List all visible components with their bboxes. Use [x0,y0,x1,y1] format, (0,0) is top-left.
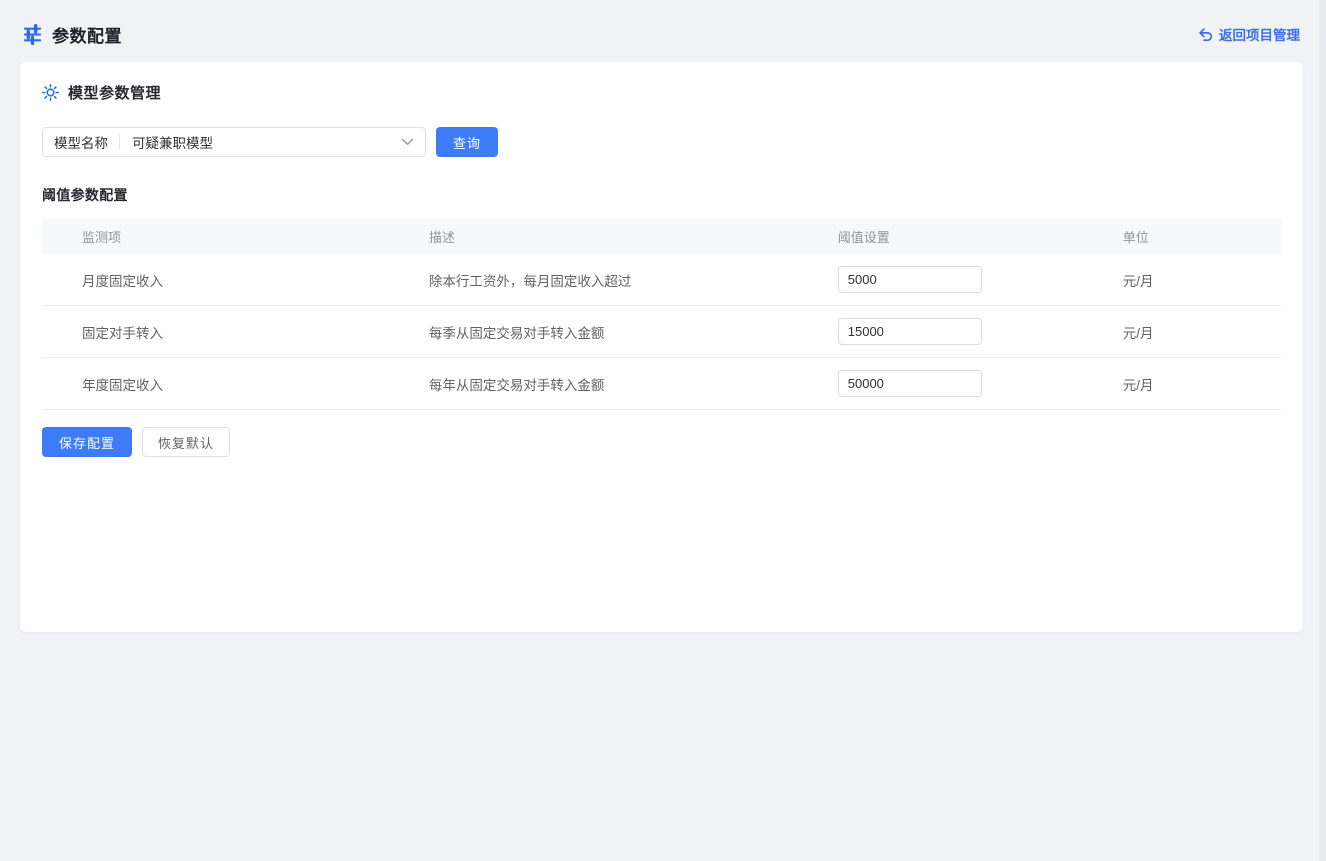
page-title: 参数配置 [52,22,122,47]
monitor-item-cell: 月度固定收入 [42,270,389,290]
unit-cell: 元/月 [1083,270,1281,290]
query-button[interactable]: 查询 [436,127,498,157]
threshold-table: 监测项 描述 阈值设置 单位 月度固定收入 除本行工资外，每月固定收入超过 元/… [42,219,1281,410]
table-row: 月度固定收入 除本行工资外，每月固定收入超过 元/月 [42,254,1281,306]
sliders-icon [22,24,43,45]
column-header-threshold: 阈值设置 [798,227,1083,246]
model-parameter-card: 模型参数管理 模型名称 可疑兼职模型 查询 阈值参数配置 监测项 描述 阈值设置… [20,62,1303,632]
threshold-input[interactable] [838,318,982,345]
description-cell: 每年从固定交易对手转入金额 [389,374,798,394]
table-body: 月度固定收入 除本行工资外，每月固定收入超过 元/月 固定对手转入 每季从固定交… [42,254,1281,410]
table-row: 年度固定收入 每年从固定交易对手转入金额 元/月 [42,358,1281,410]
scrollbar-track[interactable] [1319,0,1326,861]
back-link-label: 返回项目管理 [1219,24,1300,44]
description-cell: 除本行工资外，每月固定收入超过 [389,270,798,290]
description-cell: 每季从固定交易对手转入金额 [389,322,798,342]
gear-icon [42,84,59,101]
threshold-config-title: 阈值参数配置 [42,185,1281,205]
select-value: 可疑兼职模型 [120,132,401,152]
return-arrow-icon [1198,27,1213,42]
back-to-project-link[interactable]: 返回项目管理 [1198,24,1300,44]
monitor-item-cell: 固定对手转入 [42,322,389,342]
monitor-item-cell: 年度固定收入 [42,374,389,394]
section-title: 模型参数管理 [68,82,161,103]
column-header-unit: 单位 [1083,227,1281,246]
column-header-desc: 描述 [389,227,798,246]
select-label: 模型名称 [43,132,119,152]
page-header: 参数配置 返回项目管理 [0,0,1326,50]
threshold-input[interactable] [838,266,982,293]
chevron-down-icon [401,138,414,146]
unit-cell: 元/月 [1083,374,1281,394]
table-header-row: 监测项 描述 阈值设置 单位 [42,219,1281,254]
model-name-select[interactable]: 模型名称 可疑兼职模型 [42,127,426,157]
restore-default-button[interactable]: 恢复默认 [142,427,230,457]
unit-cell: 元/月 [1083,322,1281,342]
column-header-item: 监测项 [42,227,389,246]
table-row: 固定对手转入 每季从固定交易对手转入金额 元/月 [42,306,1281,358]
save-config-button[interactable]: 保存配置 [42,427,132,457]
threshold-input[interactable] [838,370,982,397]
